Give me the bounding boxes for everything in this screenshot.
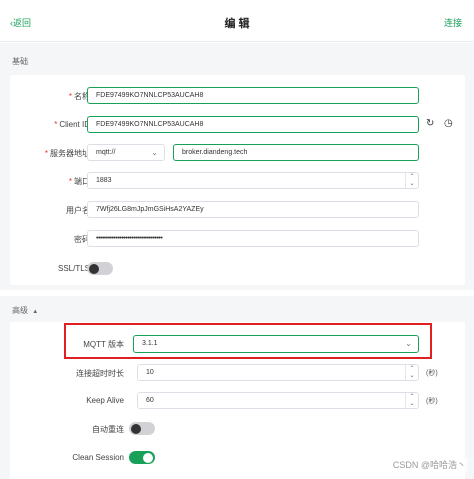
auto-reconnect-row: 自动重连 xyxy=(10,420,465,437)
increment-icon[interactable]: ⌃ xyxy=(406,365,418,373)
clean-session-toggle-knob xyxy=(143,452,153,463)
protocol-select[interactable]: mqtt:// ⌄ xyxy=(87,144,165,161)
clean-session-toggle[interactable] xyxy=(129,451,155,464)
auto-reconnect-toggle-knob xyxy=(131,423,141,434)
advanced-section-title: 高级 xyxy=(12,306,28,315)
ssl-row: SSL/TLS xyxy=(10,260,465,277)
increment-icon[interactable]: ⌃ xyxy=(406,173,418,181)
connect-timeout-stepper-controls[interactable]: ⌃ ⌄ xyxy=(405,365,418,380)
client-id-label: * Client ID xyxy=(54,120,90,129)
keep-alive-unit: (秒) xyxy=(426,398,438,405)
decrement-icon[interactable]: ⌄ xyxy=(406,373,418,381)
ssl-label: SSL/TLS xyxy=(57,264,90,273)
watermark: CSDN @哈哈浩丶 xyxy=(390,458,468,471)
connect-timeout-label: 连接超时时长 xyxy=(76,369,124,378)
port-row: * 端口 1883 ⌃ ⌄ xyxy=(10,172,465,189)
username-label: 用户名 xyxy=(66,206,90,215)
connect-timeout-stepper[interactable]: 10 ⌃ ⌄ xyxy=(137,364,419,381)
password-label: 密码 xyxy=(74,235,90,244)
keep-alive-stepper-controls[interactable]: ⌃ ⌄ xyxy=(405,393,418,408)
host-label: * 服务器地址 xyxy=(44,149,90,158)
connect-button[interactable]: 连接 xyxy=(444,16,462,29)
port-stepper-controls[interactable]: ⌃ ⌄ xyxy=(405,173,418,188)
username-input[interactable]: 7Wfj26LG8mJpJmGSiHsA2YAZEy xyxy=(87,201,419,218)
ssl-toggle-knob xyxy=(89,263,99,274)
host-input[interactable]: broker.diandeng.tech xyxy=(173,144,419,161)
connect-timeout-value: 10 xyxy=(146,369,154,376)
page-title: 编 辑 xyxy=(224,18,250,30)
connect-timeout-unit: (秒) xyxy=(426,370,438,377)
port-value: 1883 xyxy=(96,177,112,184)
protocol-value: mqtt:// xyxy=(96,149,116,156)
connect-timeout-row: 连接超时时长 10 ⌃ ⌄ (秒) xyxy=(10,364,465,381)
auto-reconnect-label: 自动重连 xyxy=(92,425,124,434)
advanced-section-header[interactable]: 高级 ▲ xyxy=(12,305,38,316)
port-label: * 端口 xyxy=(68,177,90,186)
decrement-icon[interactable]: ⌄ xyxy=(406,401,418,409)
mqtt-version-highlight-box xyxy=(64,323,432,359)
keep-alive-row: Keep Alive 60 ⌃ ⌄ (秒) xyxy=(10,392,465,409)
basic-section-title: 基础 xyxy=(12,57,28,66)
ssl-toggle[interactable] xyxy=(87,262,113,275)
header-bar: ‹返回 编 辑 连接 xyxy=(0,0,474,42)
increment-icon[interactable]: ⌃ xyxy=(406,393,418,401)
name-label: * 名称 xyxy=(68,92,90,101)
basic-section: 基础 * 名称 FDE97499KO7NNLCP53AUCAH8 * Client … xyxy=(0,43,474,290)
refresh-icon[interactable]: ↻ xyxy=(426,118,434,129)
username-row: 用户名 7Wfj26LG8mJpJmGSiHsA2YAZEy xyxy=(10,201,465,218)
host-row: * 服务器地址 mqtt:// ⌄ broker.diandeng.tech xyxy=(10,144,465,161)
keep-alive-stepper[interactable]: 60 ⌃ ⌄ xyxy=(137,392,419,409)
password-row: 密码 •••••••••••••••••••••••••••••••••• xyxy=(10,230,465,247)
keep-alive-value: 60 xyxy=(146,397,154,404)
keep-alive-label: Keep Alive xyxy=(86,396,124,405)
collapse-up-icon: ▲ xyxy=(32,309,39,315)
auto-reconnect-toggle[interactable] xyxy=(129,422,155,435)
client-id-input[interactable]: FDE97499KO7NNLCP53AUCAH8 xyxy=(87,116,419,133)
clean-session-label: Clean Session xyxy=(72,453,124,462)
port-stepper[interactable]: 1883 ⌃ ⌄ xyxy=(87,172,419,189)
client-id-row: * Client ID FDE97499KO7NNLCP53AUCAH8 ↻ ◷ xyxy=(10,116,465,133)
name-input[interactable]: FDE97499KO7NNLCP53AUCAH8 xyxy=(87,87,419,104)
name-row: * 名称 FDE97499KO7NNLCP53AUCAH8 xyxy=(10,87,465,104)
password-input[interactable]: •••••••••••••••••••••••••••••••••• xyxy=(87,230,419,247)
decrement-icon[interactable]: ⌄ xyxy=(406,181,418,189)
clock-icon[interactable]: ◷ xyxy=(444,118,453,129)
chevron-down-icon: ⌄ xyxy=(151,148,158,157)
basic-card: * 名称 FDE97499KO7NNLCP53AUCAH8 * Client ID … xyxy=(10,75,465,285)
